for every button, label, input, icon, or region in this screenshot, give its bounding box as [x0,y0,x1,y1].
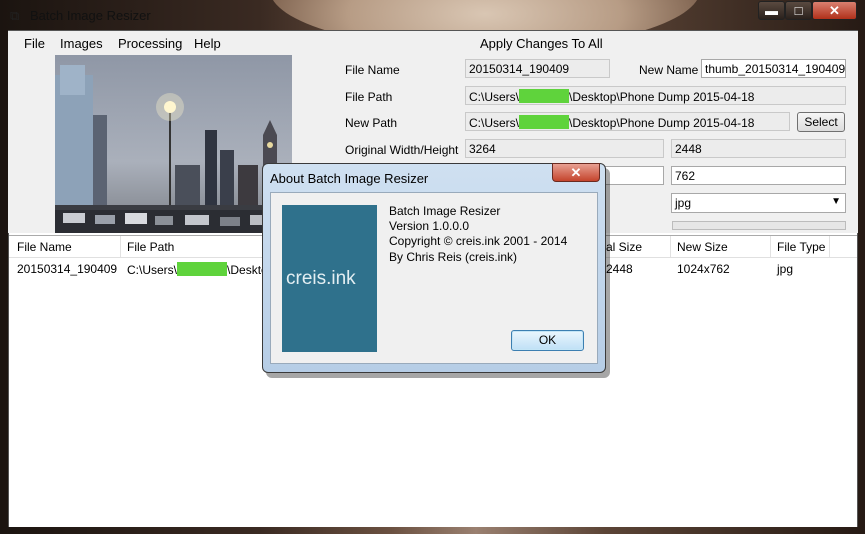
new-path-prefix: C:\Users\ [469,116,520,130]
row-new-size: 1024x762 [677,262,730,276]
new-path-label: New Path [345,116,398,130]
window-title: Batch Image Resizer [30,8,151,23]
row-original-size: 2448 [606,262,633,276]
apply-changes-to-all-button[interactable]: Apply Changes To All [480,36,603,51]
product-copyright: Copyright © creis.ink 2001 - 2014 [389,234,568,248]
row-file-type: jpg [777,262,794,276]
column-file-path[interactable]: File Path [127,240,174,254]
app-icon: ⧉ [10,8,20,23]
new-name-input[interactable]: thumb_20150314_190409 [701,59,846,78]
select-path-button[interactable]: Select [797,112,845,132]
original-width-height-label: Original Width/Height [345,143,459,157]
format-select[interactable]: jpg ▼ [671,193,846,213]
product-name: Batch Image Resizer [389,204,501,218]
row-path-prefix: C:\Users\ [127,263,178,277]
logo-text: creis.ink [286,268,356,289]
ok-button[interactable]: OK [511,330,584,351]
column-new-size[interactable]: New Size [677,240,728,254]
menu-file[interactable]: File [24,36,45,51]
product-author: By Chris Reis (creis.ink) [389,250,518,264]
new-name-label: New Name [639,63,699,77]
file-path-suffix: \Desktop\Phone Dump 2015-04-18 [569,90,755,104]
format-value: jpg [675,196,692,210]
progress-bar [672,221,846,230]
row-file-path: C:\Users\ \Desktop [127,262,262,277]
row-file-name: 20150314_190409 [17,262,118,276]
row-path-suffix: \Desktop [227,263,262,277]
column-separator [770,236,771,257]
original-width-field: 3264 [465,139,664,158]
file-path-field: C:\Users\ \Desktop\Phone Dump 2015-04-18 [465,86,846,105]
chevron-down-icon: ▼ [831,196,841,207]
column-separator [670,236,671,257]
maximize-button[interactable]: □ [785,1,812,20]
close-button[interactable]: ✕ [812,1,857,20]
menu-help[interactable]: Help [194,36,221,51]
file-name-label: File Name [345,63,400,77]
column-separator [829,236,830,257]
redacted-username [519,89,570,103]
file-path-prefix: C:\Users\ [469,90,520,104]
new-path-field: C:\Users\ \Desktop\Phone Dump 2015-04-18 [465,112,790,131]
file-path-label: File Path [345,90,393,104]
file-name-field: 20150314_190409 [465,59,610,78]
column-file-type[interactable]: File Type [777,240,825,254]
about-dialog-title: About Batch Image Resizer [270,171,429,186]
menu-images[interactable]: Images [60,36,103,51]
about-dialog-close-button[interactable]: ✕ [552,163,600,182]
new-height-input[interactable]: 762 [671,166,846,185]
column-file-name[interactable]: File Name [17,240,72,254]
new-path-suffix: \Desktop\Phone Dump 2015-04-18 [569,116,755,130]
product-version: Version 1.0.0.0 [389,219,470,233]
image-preview [55,55,292,233]
redacted-username [519,115,570,129]
menu-processing[interactable]: Processing [118,36,182,51]
column-original-size[interactable]: al Size [606,240,642,254]
minimize-button[interactable]: ▬ [758,1,785,20]
original-height-field: 2448 [671,139,846,158]
redacted-username [177,262,228,276]
column-separator [120,236,121,257]
